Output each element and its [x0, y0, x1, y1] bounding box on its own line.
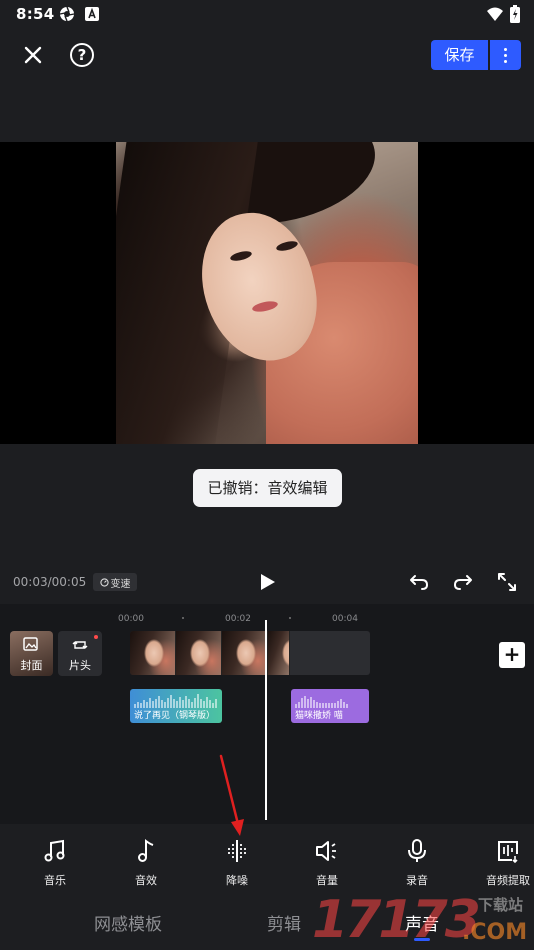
ruler-tick	[289, 617, 291, 619]
noise-reduction-icon	[228, 840, 246, 862]
help-button[interactable]: ?	[70, 43, 94, 67]
play-icon[interactable]	[261, 574, 275, 590]
music-note-icon	[44, 839, 65, 862]
video-frame	[222, 631, 268, 675]
microphone-icon	[408, 839, 426, 862]
tool-noise-reduction[interactable]: 降噪	[207, 832, 267, 892]
tool-label: 录音	[406, 874, 428, 887]
ruler-label: 00:04	[332, 614, 358, 624]
new-dot	[94, 635, 98, 639]
tool-label: 音效	[135, 874, 157, 887]
audio-clip[interactable]: 说了再见（钢琴版）	[130, 689, 222, 723]
a-badge-icon	[85, 7, 99, 21]
annotation-arrow-icon	[219, 754, 244, 836]
intro-button[interactable]: 片头	[58, 631, 102, 676]
sound-effect-icon	[138, 839, 154, 862]
watermark-site: 下载站	[478, 896, 524, 914]
preview-image	[116, 142, 418, 444]
tool-audio-extract[interactable]: 音频提取	[478, 832, 534, 892]
watermark-digits: 17173	[312, 890, 481, 950]
timeline[interactable]: 00:00 00:02 00:04 封面 片头 + 说了再见（钢琴版） 猫咪撒娇…	[0, 604, 534, 824]
wifi-icon	[487, 7, 503, 21]
video-frame	[176, 631, 222, 675]
tool-label: 音量	[316, 874, 338, 887]
audio-clip[interactable]: 猫咪撒娇 喵	[291, 689, 369, 723]
video-preview[interactable]	[0, 142, 534, 444]
watermark-domain: .COM	[462, 920, 528, 945]
tool-sound-effect[interactable]: 音效	[116, 832, 176, 892]
image-edit-icon	[23, 637, 38, 651]
tool-record[interactable]: 录音	[387, 832, 447, 892]
status-bar: 8:54	[0, 0, 534, 28]
cover-label: 封面	[20, 659, 43, 672]
playhead[interactable]	[265, 620, 267, 820]
undo-toast: 已撤销：音效编辑	[193, 469, 342, 507]
ruler-label: 00:00	[118, 614, 144, 624]
aperture-icon	[59, 6, 75, 22]
fullscreen-icon[interactable]	[496, 571, 518, 593]
editor-top-bar: ? 保存	[0, 38, 534, 74]
tool-music[interactable]: 音乐	[25, 832, 85, 892]
close-icon[interactable]	[22, 44, 44, 66]
video-frame	[130, 631, 176, 675]
tab-edit[interactable]: 剪辑	[267, 910, 301, 935]
battery-icon	[510, 5, 520, 23]
status-time: 8:54	[16, 5, 55, 23]
tab-templates[interactable]: 网感模板	[94, 910, 162, 935]
audio-extract-icon	[498, 841, 518, 864]
speed-icon	[99, 577, 109, 587]
audio-clip-label: 说了再见（钢琴版）	[134, 711, 216, 721]
tool-label: 音频提取	[486, 874, 530, 887]
playback-time: 00:03/00:05	[13, 575, 87, 589]
sound-toolbar: 音乐 音效 降噪 音量 录音 音频提取	[0, 832, 534, 892]
more-options-button[interactable]	[490, 40, 521, 70]
watermark-logo: 17173 下载站 .COM	[312, 890, 534, 950]
speed-button[interactable]: 变速	[93, 573, 137, 591]
tool-label: 音乐	[44, 874, 66, 887]
waveform	[295, 694, 348, 708]
save-button[interactable]: 保存	[431, 40, 488, 70]
redo-icon[interactable]	[452, 571, 474, 593]
audio-clip-label: 猫咪撒娇 喵	[295, 711, 343, 721]
tool-label: 降噪	[226, 874, 248, 887]
speed-label: 变速	[110, 578, 131, 590]
volume-icon	[316, 841, 336, 861]
add-clip-button[interactable]: +	[499, 642, 525, 668]
undo-icon[interactable]	[408, 571, 430, 593]
video-frame	[268, 631, 290, 675]
tool-volume[interactable]: 音量	[297, 832, 357, 892]
cover-button[interactable]: 封面	[10, 631, 53, 676]
playback-controls: 00:03/00:05 变速	[0, 568, 534, 598]
ruler-label: 00:02	[225, 614, 251, 624]
waveform	[134, 694, 217, 708]
intro-label: 片头	[69, 659, 91, 672]
video-track[interactable]	[130, 631, 370, 675]
intro-loop-icon	[72, 641, 88, 649]
ruler-tick	[182, 617, 184, 619]
